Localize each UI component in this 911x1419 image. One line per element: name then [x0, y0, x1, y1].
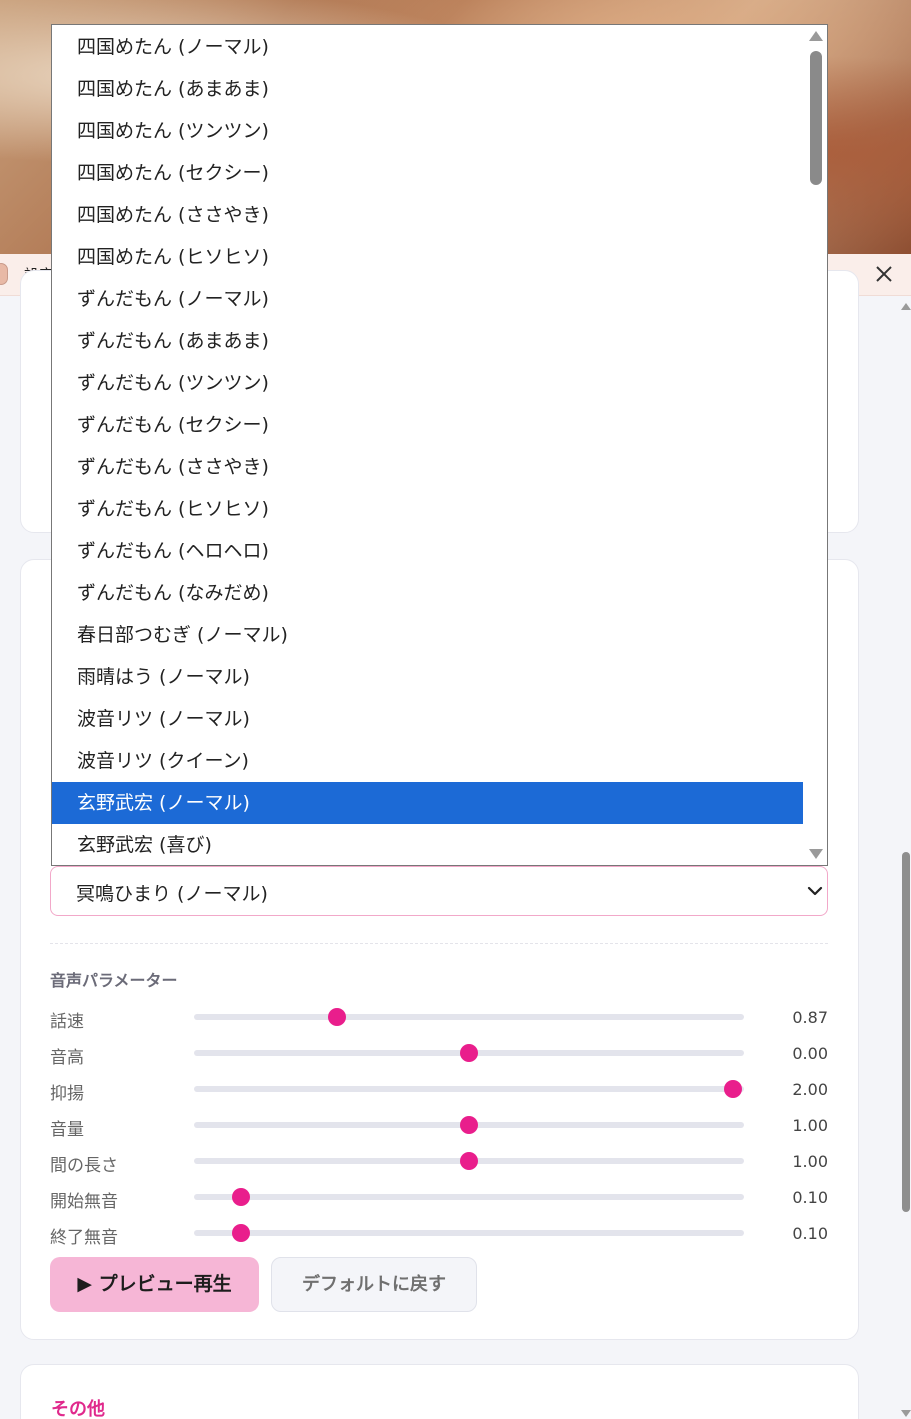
voice-select[interactable]: 冥鳴ひまり (ノーマル) [50, 866, 828, 916]
preview-play-button[interactable]: ▶ プレビュー再生 [50, 1257, 259, 1312]
param-row: 話速 0.87 [50, 1002, 828, 1032]
dropdown-option[interactable]: 雨晴はう (ノーマル) [52, 656, 804, 698]
dropdown-option[interactable]: ずんだもん (セクシー) [52, 404, 804, 446]
avatar-icon [0, 263, 8, 285]
param-row: 抑揚 2.00 [50, 1074, 828, 1104]
param-label: 終了無音 [50, 1228, 118, 1248]
dropdown-option[interactable]: 四国めたん (セクシー) [52, 152, 804, 194]
close-icon[interactable] [873, 263, 895, 285]
chevron-down-icon [807, 886, 823, 896]
reset-default-button[interactable]: デフォルトに戻す [271, 1257, 477, 1312]
param-row: 間の長さ 1.00 [50, 1146, 828, 1176]
dropdown-option[interactable]: 四国めたん (あまあま) [52, 68, 804, 110]
param-value: 0.00 [792, 1044, 828, 1063]
param-slider-track[interactable] [194, 1194, 744, 1200]
dropdown-option[interactable]: 玄野武宏 (喜び) [52, 824, 804, 865]
param-label: 音高 [50, 1048, 84, 1068]
other-section-title: その他 [51, 1399, 105, 1419]
param-slider-thumb[interactable] [460, 1152, 478, 1170]
dropdown-option[interactable]: 玄野武宏 (ノーマル) [52, 782, 804, 824]
page-scroll-down-arrow-icon[interactable] [901, 1410, 911, 1417]
dropdown-option[interactable]: 四国めたん (ささやき) [52, 194, 804, 236]
dropdown-option[interactable]: 四国めたん (ツンツン) [52, 110, 804, 152]
dropdown-option[interactable]: ずんだもん (ノーマル) [52, 278, 804, 320]
dropdown-scrollbar-thumb[interactable] [810, 51, 822, 185]
param-value: 0.87 [792, 1008, 828, 1027]
dropdown-option[interactable]: 波音リツ (クイーン) [52, 740, 804, 782]
param-value: 2.00 [792, 1080, 828, 1099]
voice-dropdown-list[interactable]: 四国めたん (ノーマル) 四国めたん (あまあま) 四国めたん (ツンツン) 四国めた… [51, 24, 828, 866]
dropdown-option[interactable]: 四国めたん (ノーマル) [52, 26, 804, 68]
param-label: 開始無音 [50, 1192, 118, 1212]
param-slider-thumb[interactable] [460, 1044, 478, 1062]
dropdown-scroll-up-arrow-icon[interactable] [809, 31, 823, 41]
param-value: 0.10 [792, 1188, 828, 1207]
page-scrollbar-thumb[interactable] [902, 852, 910, 1212]
param-value: 1.00 [792, 1116, 828, 1135]
voice-select-value: 冥鳴ひまり (ノーマル) [76, 883, 268, 905]
dropdown-option[interactable]: 四国めたん (ヒソヒソ) [52, 236, 804, 278]
param-label: 音量 [50, 1120, 84, 1140]
param-label: 話速 [50, 1012, 84, 1032]
dropdown-option[interactable]: ずんだもん (ヘロヘロ) [52, 530, 804, 572]
dropdown-option[interactable]: ずんだもん (ツンツン) [52, 362, 804, 404]
dropdown-option[interactable]: 波音リツ (ノーマル) [52, 698, 804, 740]
param-slider-thumb[interactable] [460, 1116, 478, 1134]
dropdown-option[interactable]: 春日部つむぎ (ノーマル) [52, 614, 804, 656]
page-scroll-up-arrow-icon[interactable] [901, 303, 911, 310]
section-divider [50, 943, 828, 944]
param-slider-thumb[interactable] [231, 1224, 250, 1242]
param-slider-track[interactable] [194, 1086, 744, 1092]
dropdown-option[interactable]: ずんだもん (ささやき) [52, 446, 804, 488]
param-slider-thumb[interactable] [328, 1008, 346, 1026]
param-slider-thumb[interactable] [231, 1188, 250, 1206]
param-value: 1.00 [792, 1152, 828, 1171]
param-slider-track[interactable] [194, 1230, 744, 1236]
dropdown-scroll-down-arrow-icon[interactable] [809, 849, 823, 859]
dropdown-option[interactable]: ずんだもん (あまあま) [52, 320, 804, 362]
param-row: 開始無音 0.10 [50, 1182, 828, 1212]
param-slider-thumb[interactable] [724, 1080, 742, 1098]
voice-params-title: 音声パラメーター [50, 971, 178, 990]
dropdown-option[interactable]: ずんだもん (ヒソヒソ) [52, 488, 804, 530]
param-row: 音高 0.00 [50, 1038, 828, 1068]
param-slider-track[interactable] [194, 1014, 744, 1020]
other-settings-card: その他 [20, 1364, 859, 1419]
param-row: 終了無音 0.10 [50, 1218, 828, 1248]
param-row: 音量 1.00 [50, 1110, 828, 1140]
param-label: 間の長さ [50, 1156, 118, 1176]
param-value: 0.10 [792, 1224, 828, 1243]
param-label: 抑揚 [50, 1084, 84, 1104]
dropdown-option[interactable]: ずんだもん (なみだめ) [52, 572, 804, 614]
